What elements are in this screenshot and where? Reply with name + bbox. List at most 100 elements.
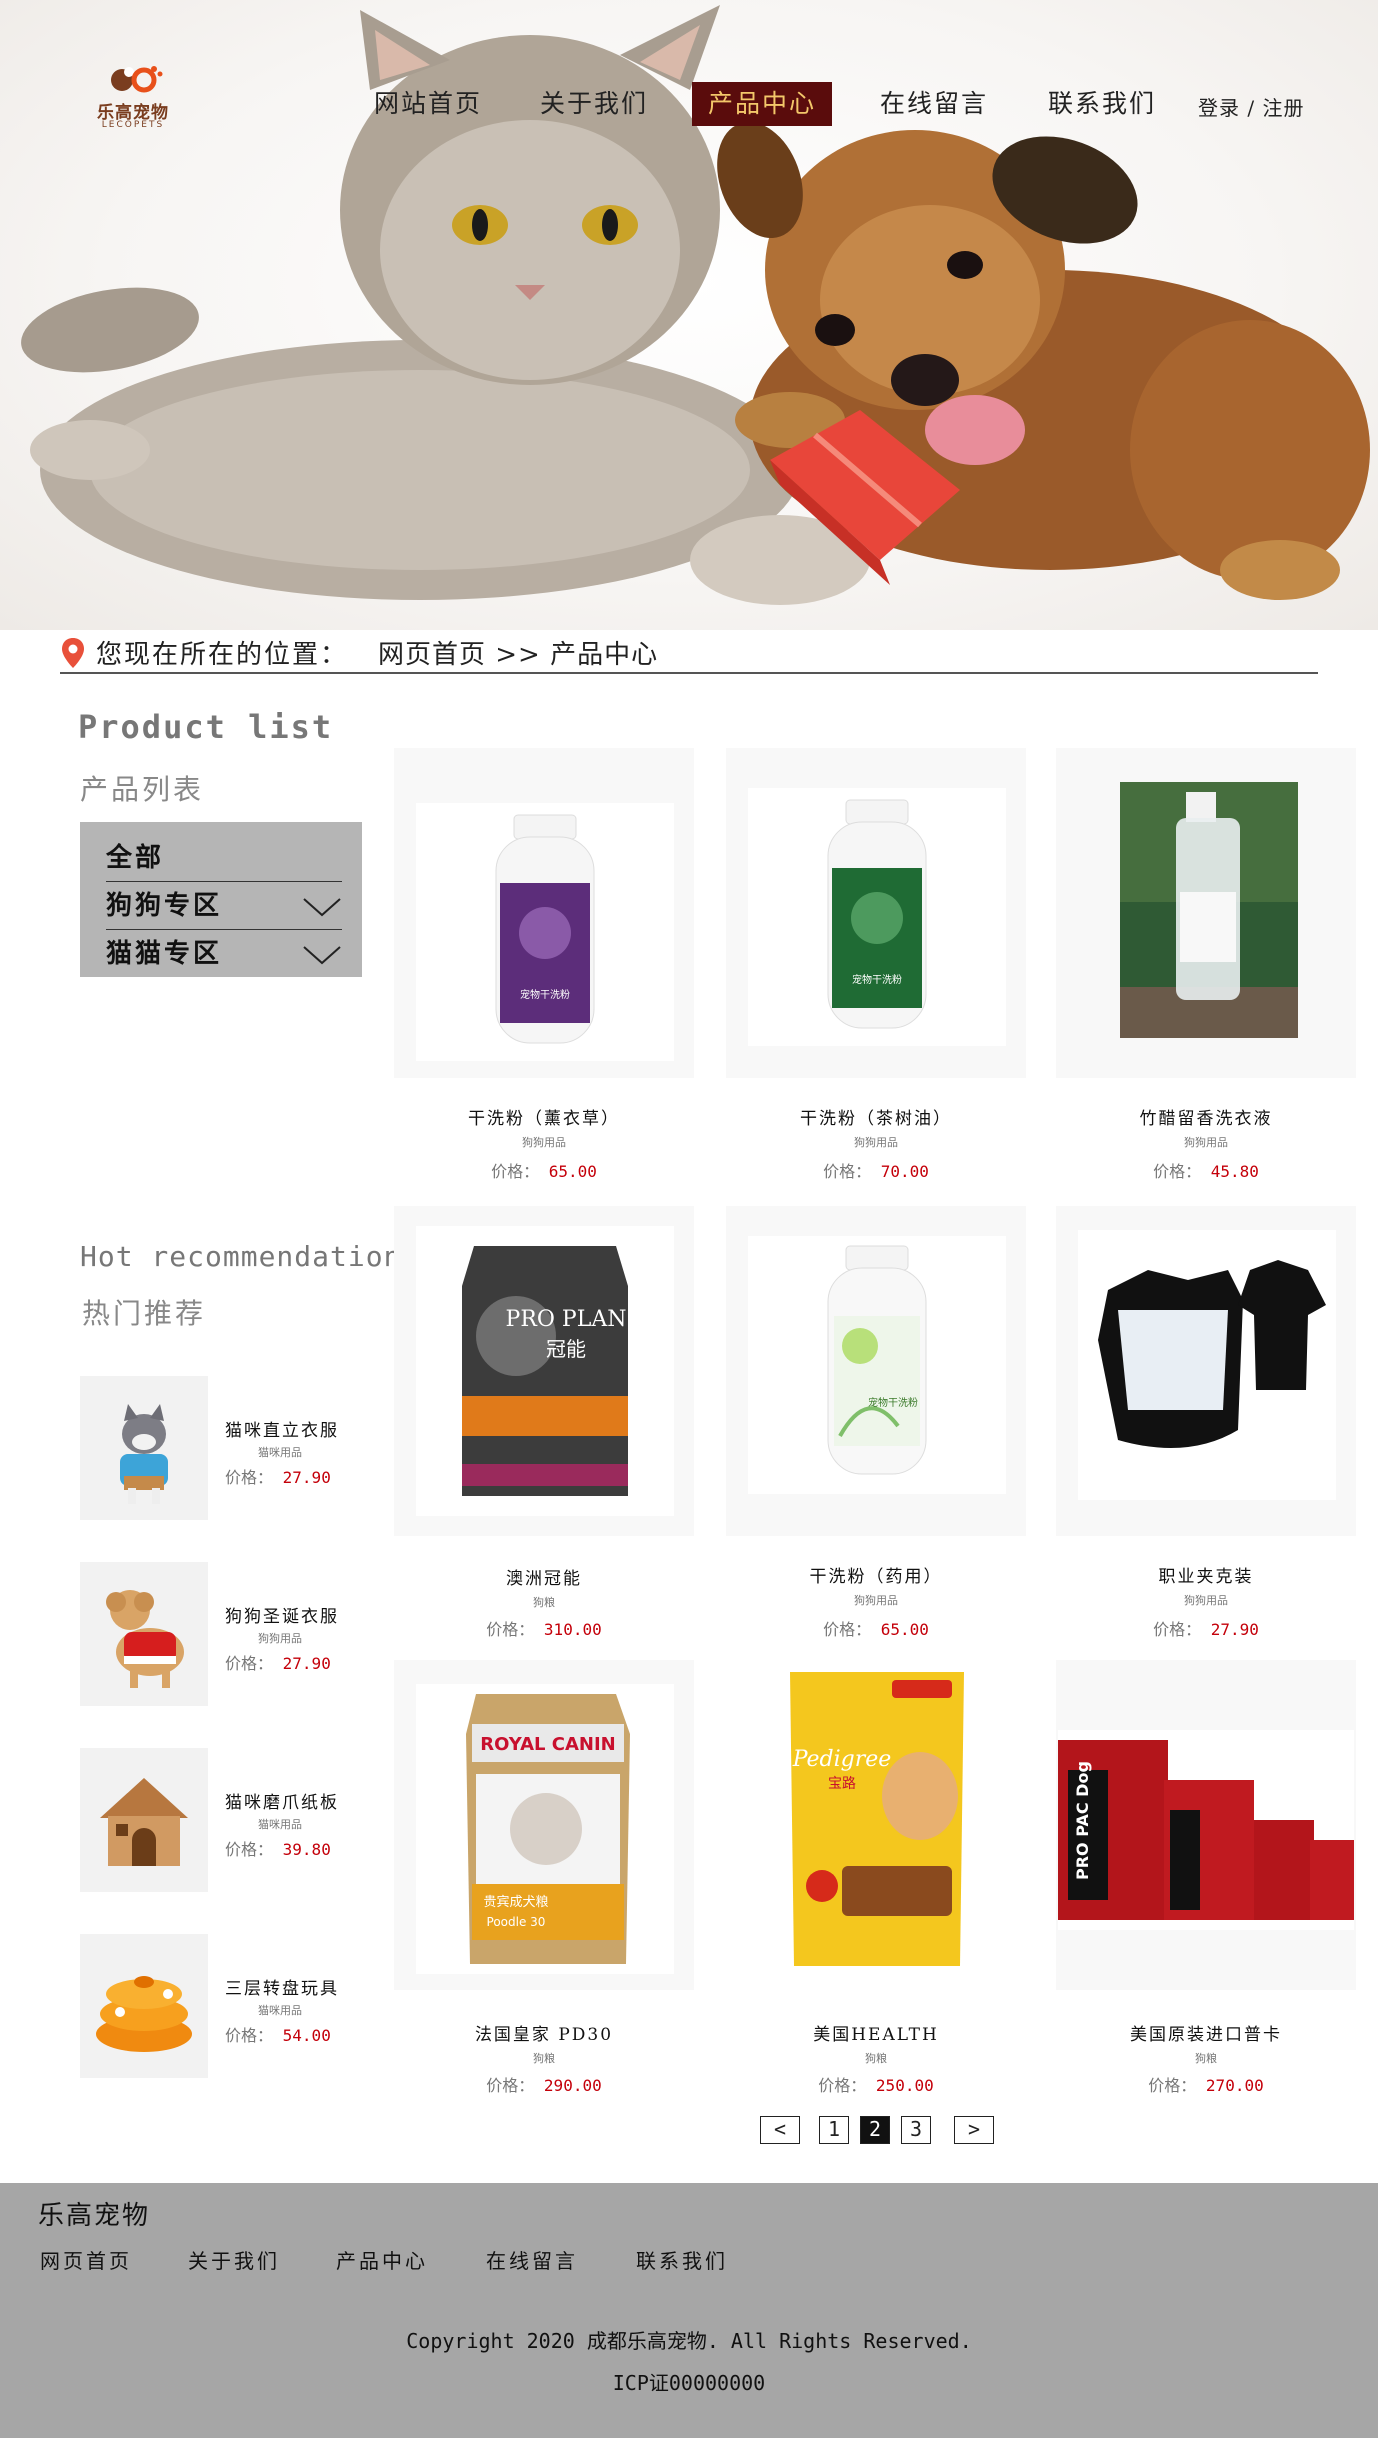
hot-item-price: 价格： 27.90 [225,1464,331,1488]
product-image[interactable]: PRO PAC Dog [1058,1730,1354,1930]
hot-recommendation-title-en: Hot recommendation [80,1240,402,1273]
nav-products[interactable]: 产品中心 [692,82,833,126]
hot-item-name[interactable]: 猫咪磨爪纸板 [225,1788,339,1813]
footer-link-message[interactable]: 在线留言 [486,2245,578,2274]
product-name[interactable]: 竹醋留香洗衣液 [1056,1104,1356,1129]
price-label: 价格： [491,1162,540,1181]
svg-text:宠物干洗粉: 宠物干洗粉 [852,973,902,986]
product-name[interactable]: 职业夹克装 [1056,1562,1356,1587]
icp-text: ICP证00000000 [612,2371,766,2395]
product-name[interactable]: 美国HEALTH [726,2020,1026,2045]
price-value: 27.90 [1210,1620,1259,1639]
price-value: 65.00 [880,1620,929,1639]
product-category: 狗狗用品 [1184,1136,1228,1149]
price-label: 价格： [823,1620,872,1639]
product-image[interactable] [1120,782,1298,1038]
breadcrumb-path[interactable]: 网页首页 >> 产品中心 [378,634,658,671]
nav-message[interactable]: 在线留言 [880,82,988,126]
hot-item-price: 价格： 27.90 [225,1650,331,1674]
pagination-next-button[interactable]: > [954,2116,994,2144]
pagination-page-2[interactable]: 2 [860,2116,890,2144]
pagination-prev-button[interactable]: < [760,2116,800,2144]
price-label: 价格： [225,2026,274,2045]
price-label: 价格： [1153,1162,1202,1181]
footer-link-home[interactable]: 网页首页 [40,2245,132,2274]
price-label: 价格： [823,1162,872,1181]
hot-item[interactable]: 狗狗圣诞衣服 狗狗用品 价格： 27.90 [80,1562,380,1706]
pagination-page-3[interactable]: 3 [901,2116,931,2144]
product-image-frame[interactable] [1056,1206,1356,1536]
product-image-frame[interactable]: PRO PAC Dog [1056,1660,1356,1990]
price-value: 290.00 [543,2076,602,2095]
footer-link-about[interactable]: 关于我们 [188,2245,280,2274]
brand-logo[interactable]: 乐高宠物 LECOPETS [88,60,178,132]
price-value: 270.00 [1205,2076,1264,2095]
hot-item-name[interactable]: 狗狗圣诞衣服 [225,1602,339,1627]
product-name[interactable]: 澳洲冠能 [394,1564,694,1589]
hot-item-name[interactable]: 三层转盘玩具 [225,1974,339,1999]
hot-item[interactable]: 三层转盘玩具 猫咪用品 价格： 54.00 [80,1934,380,2078]
pedigree-cn-label: 宝路 [828,1776,856,1792]
product-price: 价格： 45.80 [1056,1158,1356,1182]
product-image[interactable]: PRO PLAN 冠能 [416,1226,674,1516]
product-name[interactable]: 法国皇家 PD30 [394,2020,694,2045]
product-price: 价格： 27.90 [1056,1616,1356,1640]
product-name[interactable]: 干洗粉（茶树油） [726,1104,1026,1129]
footer-brand: 乐高宠物 [38,2201,151,2231]
product-image[interactable] [80,1376,208,1520]
product-list-title-en: Product list [78,708,334,746]
product-price: 价格： 270.00 [1056,2072,1356,2096]
hot-item[interactable]: 猫咪直立衣服 猫咪用品 价格： 27.90 [80,1376,380,1520]
product-category: 狗粮 [865,2052,887,2065]
pagination-page-1[interactable]: 1 [819,2116,849,2144]
product-image-frame[interactable]: 宠物干洗粉 [726,748,1026,1078]
price-value: 45.80 [1210,1162,1259,1181]
hot-item[interactable]: 猫咪磨爪纸板 猫咪用品 价格： 39.80 [80,1748,380,1892]
product-image-frame[interactable]: 宠物干洗粉 [394,748,694,1078]
product-image[interactable] [1078,1230,1336,1500]
nav-contact[interactable]: 联系我们 [1048,82,1156,126]
category-menu: 全部 狗狗专区 猫猫专区 [80,822,362,977]
product-name[interactable]: 美国原装进口普卡 [1056,2020,1356,2045]
price-value: 27.90 [282,1654,331,1673]
price-value: 27.90 [282,1468,331,1487]
chevron-down-icon[interactable] [302,896,342,918]
product-image[interactable]: 宠物干洗粉 [748,1236,1006,1494]
product-image-frame[interactable] [1056,748,1356,1078]
cat-and-dog-illustration [21,5,1370,605]
footer-link-products[interactable]: 产品中心 [336,2245,428,2274]
category-cat[interactable]: 猫猫专区 [106,930,342,978]
nav-home[interactable]: 网站首页 [374,82,482,126]
category-label: 狗狗专区 [106,891,223,921]
product-image-frame[interactable]: PRO PLAN 冠能 [394,1206,694,1536]
product-image[interactable]: 宠物干洗粉 [748,788,1006,1046]
price-value: 310.00 [543,1620,602,1639]
hot-item-name[interactable]: 猫咪直立衣服 [225,1416,339,1441]
category-all[interactable]: 全部 [106,834,342,882]
product-image[interactable]: ROYAL CANIN 贵宾成犬粮 Poodle 30 [416,1684,674,1974]
price-label: 价格： [225,1468,274,1487]
nav-about[interactable]: 关于我们 [540,82,648,126]
hot-recommendation-title-cn: 热门推荐 [82,1297,207,1330]
hero-banner: 乐高宠物 LECOPETS 网站首页 关于我们 产品中心 在线留言 联系我们 登… [0,0,1378,630]
logo-subtext: LECOPETS [101,120,165,130]
product-image-frame[interactable]: ROYAL CANIN 贵宾成犬粮 Poodle 30 [394,1660,694,1990]
hot-item-price: 价格： 39.80 [225,1836,331,1860]
hot-item-category: 猫咪用品 [258,1446,302,1459]
product-image[interactable]: 宠物干洗粉 [416,803,674,1061]
product-category: 狗粮 [1195,2052,1217,2065]
product-image-frame[interactable]: 宠物干洗粉 [726,1206,1026,1536]
product-image[interactable] [80,1934,208,2078]
product-image[interactable] [80,1562,208,1706]
product-image-frame[interactable]: Pedigree 宝路 [726,1660,1026,1990]
chevron-down-icon[interactable] [302,944,342,966]
product-name[interactable]: 干洗粉（药用） [726,1562,1026,1587]
product-image[interactable] [80,1748,208,1892]
category-dog[interactable]: 狗狗专区 [106,882,342,930]
product-name[interactable]: 干洗粉（薰衣草） [394,1104,694,1129]
royal-canin-sub2-label: Poodle 30 [487,1915,546,1929]
price-label: 价格： [818,2076,867,2095]
login-register-link[interactable]: 登录 / 注册 [1198,92,1304,121]
product-image[interactable]: Pedigree 宝路 [782,1666,972,1972]
footer-link-contact[interactable]: 联系我们 [636,2245,728,2274]
